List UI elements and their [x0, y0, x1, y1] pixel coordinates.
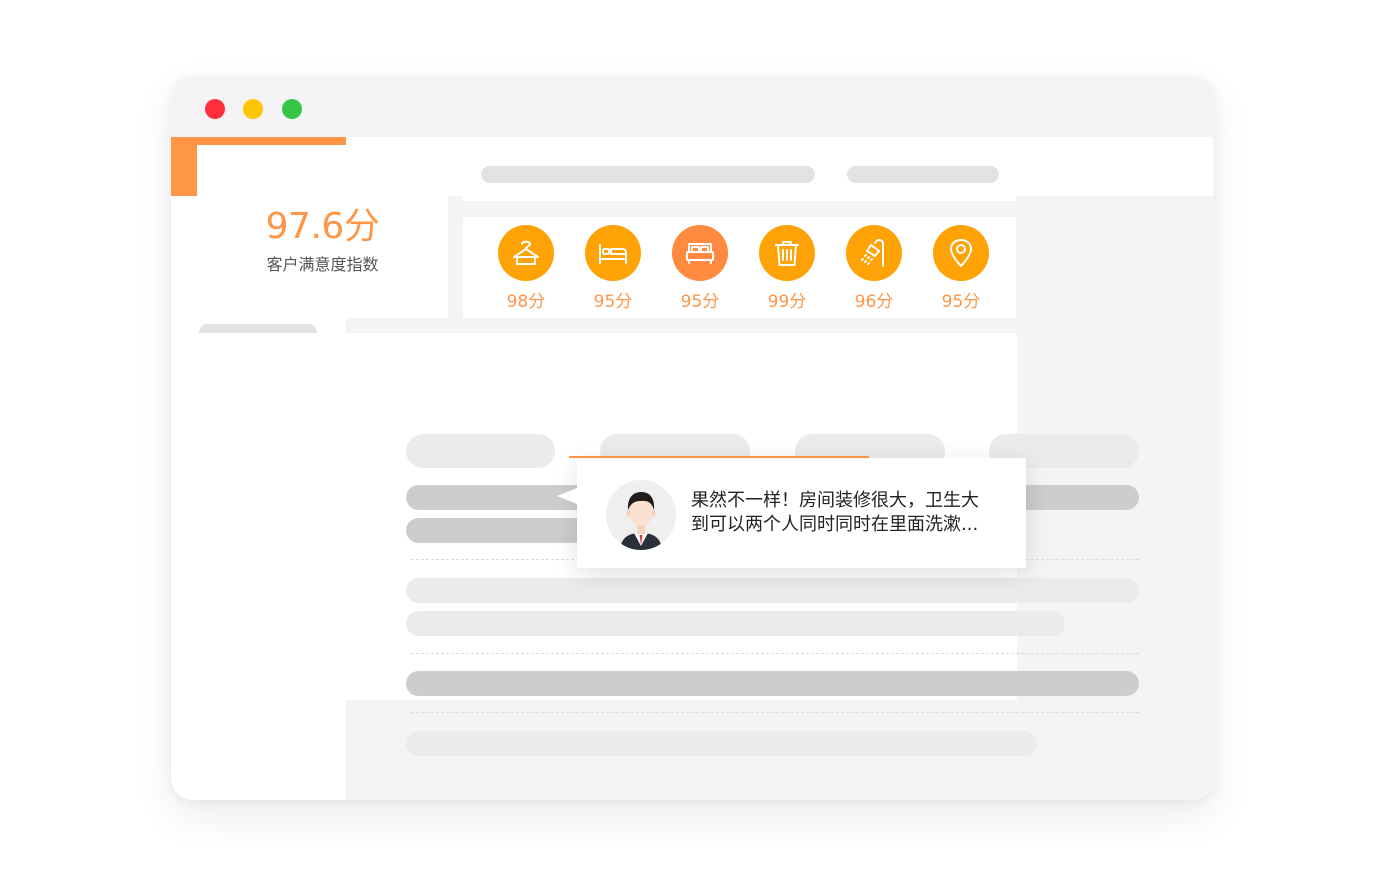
avatar — [606, 480, 676, 550]
metric-item: 99分 — [752, 225, 822, 312]
satisfaction-score-card: 97.6分 客户满意度指数 — [197, 145, 448, 318]
placeholder-line — [406, 518, 606, 543]
review-text-line: 果然不一样！房间装修很大，卫生大 — [691, 490, 979, 511]
placeholder-line — [406, 578, 1139, 603]
maximize-window-button[interactable] — [282, 99, 302, 119]
metric-item: 98分 — [491, 225, 561, 312]
metric-value: 96分 — [854, 292, 894, 312]
score-value: 97.6分 — [265, 206, 380, 247]
review-text: 果然不一样！房间装修很大，卫生大 到可以两个人同时同时在里面洗漱... — [691, 489, 1017, 537]
metric-item: 96分 — [839, 225, 909, 312]
minimize-window-button[interactable] — [243, 99, 263, 119]
trash-can-icon — [759, 225, 815, 281]
divider — [411, 712, 1139, 713]
score-label: 客户满意度指数 — [266, 255, 379, 274]
placeholder-line — [406, 731, 1037, 756]
popup-pointer — [557, 488, 577, 504]
metric-value: 95分 — [941, 292, 981, 312]
metric-value: 99分 — [767, 292, 807, 312]
popup-accent-line — [569, 456, 869, 458]
category-scores-card: 98分 95分 95分 99分 96分 95分 — [463, 217, 1016, 318]
double-bed-icon — [672, 225, 728, 281]
user-avatar-icon — [606, 480, 676, 550]
location-pin-icon — [933, 225, 989, 281]
hanger-icon — [498, 225, 554, 281]
placeholder-line — [406, 611, 1065, 636]
review-popup: 果然不一样！房间装修很大，卫生大 到可以两个人同时同时在里面洗漱... — [557, 456, 1026, 568]
metric-item: 95分 — [926, 225, 996, 312]
placeholder-bar — [481, 166, 815, 183]
metric-item: 95分 — [665, 225, 735, 312]
metric-value: 98分 — [506, 292, 546, 312]
placeholder-bar — [847, 166, 999, 183]
review-text-line: 到可以两个人同时同时在里面洗漱... — [691, 514, 979, 535]
placeholder-tab[interactable] — [406, 434, 555, 468]
metric-item: 95分 — [578, 225, 648, 312]
close-window-button[interactable] — [205, 99, 225, 119]
divider — [411, 653, 1139, 654]
shower-icon — [846, 225, 902, 281]
summary-placeholder-card — [463, 145, 1016, 201]
bed-icon — [585, 225, 641, 281]
metric-value: 95分 — [593, 292, 633, 312]
metric-value: 95分 — [680, 292, 720, 312]
placeholder-line — [406, 671, 1139, 696]
